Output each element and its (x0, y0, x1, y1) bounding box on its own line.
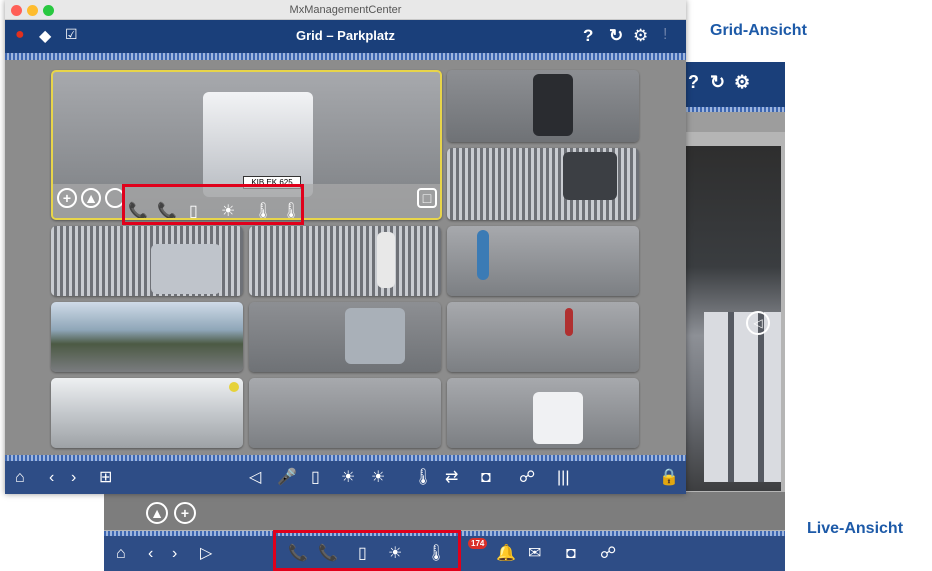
settings-icon[interactable]: ⚙ (734, 72, 750, 93)
car-image (563, 152, 617, 200)
scooter-image (377, 232, 395, 288)
snapshot-icon[interactable]: ◘ (481, 468, 491, 488)
back-icon[interactable]: ‹ (148, 544, 153, 564)
camera-cell-12[interactable] (447, 378, 639, 448)
add-icon[interactable]: + (57, 188, 77, 208)
grid-view-label: Grid-Ansicht (710, 22, 807, 39)
close-button[interactable] (11, 5, 22, 16)
switch-icon[interactable]: ⇄ (445, 468, 458, 488)
status-indicator (229, 382, 239, 392)
home-icon[interactable]: ⌂ (15, 468, 25, 488)
mail-icon[interactable]: ✉ (528, 544, 541, 564)
grid-toolbar: ⌂ ‹ › ⊞ ◁ 🎤 ▯ ☀ ☀ 🌡 ⇄ ◘ ☍ ||| 🔒 (5, 461, 686, 494)
grid-view-window: MxManagementCenter ● ◆ ☑ Grid – Parkplat… (5, 0, 686, 494)
camera-cell-4[interactable] (447, 226, 639, 296)
help-icon[interactable]: ? (583, 26, 593, 46)
refresh-icon[interactable]: ↻ (609, 26, 623, 46)
play-icon[interactable]: ▷ (200, 544, 212, 564)
link-icon[interactable]: ☍ (519, 468, 535, 488)
window-title-bar: MxManagementCenter (5, 0, 686, 20)
car-image (345, 308, 405, 364)
live-control-bar (104, 492, 785, 530)
live-door-controls-highlight (273, 530, 461, 571)
camera-grid: KIB EK 625 + ▲ □ 📞 📞 ▯ ☀ 🌡 🌡 (5, 60, 686, 455)
camera-cell-5[interactable] (51, 226, 243, 296)
camera-cell-10[interactable] (51, 378, 243, 448)
speaker-icon[interactable]: ◁ (249, 468, 261, 488)
camera-cell-2[interactable] (447, 70, 639, 142)
car-image (533, 74, 573, 136)
person-image (565, 308, 573, 336)
back-icon[interactable]: ‹ (49, 468, 54, 488)
home-icon[interactable]: ⌂ (116, 544, 126, 564)
bell-icon[interactable]: 🔔 (496, 544, 516, 564)
camera-cell-6[interactable] (249, 226, 441, 296)
live-view-label: Live-Ansicht (807, 520, 904, 537)
app-title: MxManagementCenter (289, 4, 402, 16)
grid-top-strip (5, 53, 686, 60)
light-off-icon[interactable]: ☀ (371, 468, 385, 488)
camera-cell-7[interactable] (51, 302, 243, 372)
overlay-icon[interactable]: □ (417, 188, 437, 208)
grid-nav-bar: ● ◆ ☑ Grid – Parkplatz ? ↻ ⚙ ! (5, 20, 686, 53)
cyclist-image (477, 230, 489, 280)
barcode-icon[interactable]: ||| (557, 468, 569, 488)
camera-cell-9[interactable] (447, 302, 639, 372)
notification-badge: 174 (468, 538, 488, 549)
camera-cell-8[interactable] (249, 302, 441, 372)
maximize-button[interactable] (43, 5, 54, 16)
microphone-icon[interactable]: 🎤 (277, 468, 297, 488)
fullscreen-icon[interactable]: ▲ (146, 502, 168, 524)
thermometer-icon[interactable]: 🌡 (413, 468, 433, 488)
car-image (151, 244, 221, 294)
layout-icon[interactable]: ⊞ (99, 468, 112, 488)
minimize-button[interactable] (27, 5, 38, 16)
refresh-icon[interactable]: ↻ (710, 72, 725, 93)
help-icon[interactable]: ? (688, 72, 699, 93)
forward-icon[interactable]: › (71, 468, 76, 488)
live-video-building (704, 312, 781, 482)
link-icon[interactable]: ☍ (600, 544, 616, 564)
fullscreen-icon[interactable]: ▲ (81, 188, 101, 208)
lock-icon[interactable]: 🔒 (659, 468, 679, 488)
speaker-icon[interactable]: ◁ (746, 311, 770, 335)
grid-door-controls-highlight (122, 184, 304, 225)
alert-icon: ! (663, 26, 668, 43)
car-image (533, 392, 583, 444)
zoom-in-icon[interactable]: + (174, 502, 196, 524)
camera-cell-11[interactable] (249, 378, 441, 448)
door-icon[interactable]: ▯ (311, 468, 320, 488)
settings-icon[interactable]: ⚙ (633, 26, 648, 46)
snapshot-icon[interactable]: ◘ (566, 544, 576, 564)
forward-icon[interactable]: › (172, 544, 177, 564)
light-icon[interactable]: ☀ (341, 468, 355, 488)
camera-cell-3[interactable] (447, 148, 639, 220)
